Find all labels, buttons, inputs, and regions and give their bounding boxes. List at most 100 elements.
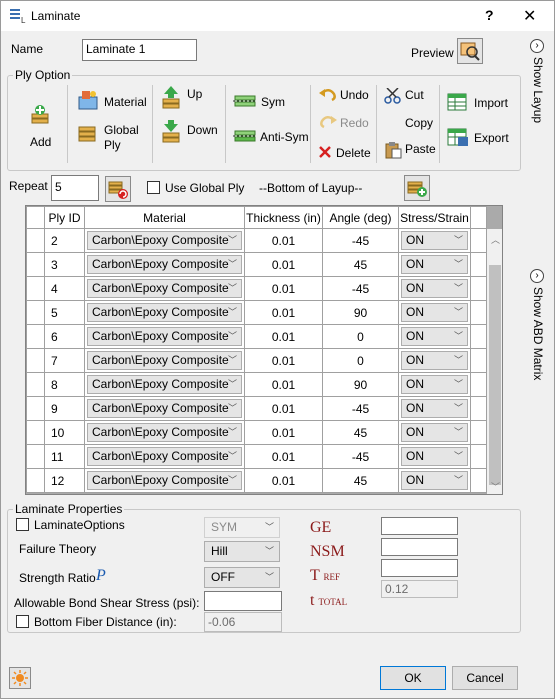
- bottom-fiber-distance-checkbox[interactable]: [16, 615, 29, 628]
- import-button[interactable]: Import: [474, 96, 508, 110]
- row-header[interactable]: [26, 444, 45, 469]
- angle-cell[interactable]: 45: [322, 468, 399, 493]
- failure-theory-dropdown[interactable]: Hill ﹀: [204, 541, 280, 562]
- material-cell[interactable]: Carbon\Epoxy Composite ﹀: [84, 444, 245, 469]
- stress-strain-cell[interactable]: ON ﹀: [398, 444, 471, 469]
- strength-ratio-dropdown[interactable]: OFF ﹀: [204, 567, 280, 588]
- stress-strain-combo[interactable]: ON ﹀: [401, 327, 468, 346]
- nsm-input[interactable]: [381, 538, 458, 556]
- stress-strain-combo[interactable]: ON ﹀: [401, 471, 468, 490]
- use-global-ply-checkbox[interactable]: [147, 181, 160, 194]
- repeat-apply-button[interactable]: [105, 176, 131, 202]
- table-vertical-scrollbar[interactable]: ︿ ﹀: [487, 229, 502, 494]
- thickness-cell[interactable]: 0.01: [244, 252, 323, 277]
- stress-strain-combo[interactable]: ON ﹀: [401, 375, 468, 394]
- row-header[interactable]: [26, 228, 45, 253]
- stress-strain-combo[interactable]: ON ﹀: [401, 255, 468, 274]
- row-header[interactable]: [26, 300, 45, 325]
- row-header[interactable]: [26, 396, 45, 421]
- stress-strain-cell[interactable]: ON ﹀: [398, 348, 471, 373]
- thickness-cell[interactable]: 0.01: [244, 300, 323, 325]
- table-row[interactable]: 6 Carbon\Epoxy Composite ﹀ 0.01 0 ON ﹀: [26, 324, 487, 349]
- column-header-ply-id[interactable]: Ply ID: [44, 206, 85, 229]
- angle-cell[interactable]: -45: [322, 276, 399, 301]
- row-header[interactable]: [26, 348, 45, 373]
- material-combo[interactable]: Carbon\Epoxy Composite ﹀: [87, 351, 242, 370]
- material-combo[interactable]: Carbon\Epoxy Composite ﹀: [87, 327, 242, 346]
- angle-cell[interactable]: 0: [322, 348, 399, 373]
- stress-strain-cell[interactable]: ON ﹀: [398, 252, 471, 277]
- table-row[interactable]: 11 Carbon\Epoxy Composite ﹀ 0.01 -45 ON ﹀: [26, 444, 487, 469]
- material-cell[interactable]: Carbon\Epoxy Composite ﹀: [84, 348, 245, 373]
- material-cell[interactable]: Carbon\Epoxy Composite ﹀: [84, 372, 245, 397]
- material-cell[interactable]: Carbon\Epoxy Composite ﹀: [84, 276, 245, 301]
- stress-strain-combo[interactable]: ON ﹀: [401, 231, 468, 250]
- material-combo[interactable]: Carbon\Epoxy Composite ﹀: [87, 279, 242, 298]
- material-button[interactable]: Material: [104, 95, 147, 109]
- angle-cell[interactable]: 45: [322, 420, 399, 445]
- thickness-cell[interactable]: 0.01: [244, 396, 323, 421]
- close-button[interactable]: ✕: [523, 6, 536, 26]
- scroll-down-icon[interactable]: ﹀: [491, 480, 500, 493]
- stress-strain-cell[interactable]: ON ﹀: [398, 420, 471, 445]
- name-input[interactable]: Laminate 1: [82, 39, 197, 61]
- global-ply-button[interactable]: Global Ply: [104, 123, 144, 153]
- settings-button[interactable]: [9, 667, 31, 689]
- material-combo[interactable]: Carbon\Epoxy Composite ﹀: [87, 375, 242, 394]
- help-button[interactable]: ?: [485, 7, 494, 23]
- ok-button[interactable]: OK: [380, 666, 446, 690]
- anti-sym-button[interactable]: Anti-Sym: [260, 130, 309, 144]
- stress-strain-combo[interactable]: ON ﹀: [401, 423, 468, 442]
- angle-cell[interactable]: 45: [322, 252, 399, 277]
- stress-strain-cell[interactable]: ON ﹀: [398, 372, 471, 397]
- table-row[interactable]: 4 Carbon\Epoxy Composite ﹀ 0.01 -45 ON ﹀: [26, 276, 487, 301]
- ge-input[interactable]: [381, 517, 458, 535]
- scroll-up-icon[interactable]: ︿: [491, 233, 500, 246]
- stress-strain-cell[interactable]: ON ﹀: [398, 468, 471, 493]
- redo-button[interactable]: Redo: [340, 116, 369, 130]
- down-button[interactable]: Down: [187, 123, 218, 137]
- table-row[interactable]: 5 Carbon\Epoxy Composite ﹀ 0.01 90 ON ﹀: [26, 300, 487, 325]
- paste-button[interactable]: Paste: [405, 142, 436, 156]
- material-combo[interactable]: Carbon\Epoxy Composite ﹀: [87, 471, 242, 490]
- thickness-cell[interactable]: 0.01: [244, 228, 323, 253]
- table-row[interactable]: 7 Carbon\Epoxy Composite ﹀ 0.01 0 ON ﹀: [26, 348, 487, 373]
- row-header[interactable]: [26, 420, 45, 445]
- show-layup-tab[interactable]: Show Layup: [531, 57, 545, 123]
- export-button[interactable]: Export: [474, 131, 509, 145]
- material-cell[interactable]: Carbon\Epoxy Composite ﹀: [84, 324, 245, 349]
- material-combo[interactable]: Carbon\Epoxy Composite ﹀: [87, 447, 242, 466]
- show-abd-matrix-tab[interactable]: Show ABD Matrix: [531, 287, 545, 380]
- column-header-angle[interactable]: Angle (deg): [322, 206, 399, 229]
- row-header[interactable]: [26, 252, 45, 277]
- angle-cell[interactable]: -45: [322, 444, 399, 469]
- stress-strain-cell[interactable]: ON ﹀: [398, 324, 471, 349]
- table-row[interactable]: 8 Carbon\Epoxy Composite ﹀ 0.01 90 ON ﹀: [26, 372, 487, 397]
- stress-strain-combo[interactable]: ON ﹀: [401, 447, 468, 466]
- stress-strain-combo[interactable]: ON ﹀: [401, 351, 468, 370]
- bottom-fiber-distance-input[interactable]: -0.06: [204, 612, 282, 632]
- thickness-cell[interactable]: 0.01: [244, 444, 323, 469]
- row-header[interactable]: [26, 468, 45, 493]
- angle-cell[interactable]: 90: [322, 300, 399, 325]
- row-header[interactable]: [26, 324, 45, 349]
- table-row[interactable]: 10 Carbon\Epoxy Composite ﹀ 0.01 45 ON ﹀: [26, 420, 487, 445]
- stress-strain-cell[interactable]: ON ﹀: [398, 228, 471, 253]
- up-button[interactable]: Up: [187, 87, 202, 101]
- delete-button[interactable]: Delete: [336, 146, 371, 160]
- material-combo[interactable]: Carbon\Epoxy Composite ﹀: [87, 303, 242, 322]
- laminate-options-dropdown[interactable]: SYM ﹀: [204, 517, 280, 538]
- thickness-cell[interactable]: 0.01: [244, 348, 323, 373]
- add-button[interactable]: Add: [30, 135, 51, 149]
- copy-button[interactable]: Copy: [405, 116, 433, 130]
- thickness-cell[interactable]: 0.01: [244, 468, 323, 493]
- thickness-cell[interactable]: 0.01: [244, 276, 323, 301]
- material-combo[interactable]: Carbon\Epoxy Composite ﹀: [87, 231, 242, 250]
- thickness-cell[interactable]: 0.01: [244, 372, 323, 397]
- cancel-button[interactable]: Cancel: [452, 666, 518, 690]
- angle-cell[interactable]: 90: [322, 372, 399, 397]
- angle-cell[interactable]: 0: [322, 324, 399, 349]
- show-layup-chevron-icon[interactable]: ›: [530, 39, 544, 53]
- allowable-bond-shear-input[interactable]: [204, 591, 282, 611]
- row-header[interactable]: [26, 276, 45, 301]
